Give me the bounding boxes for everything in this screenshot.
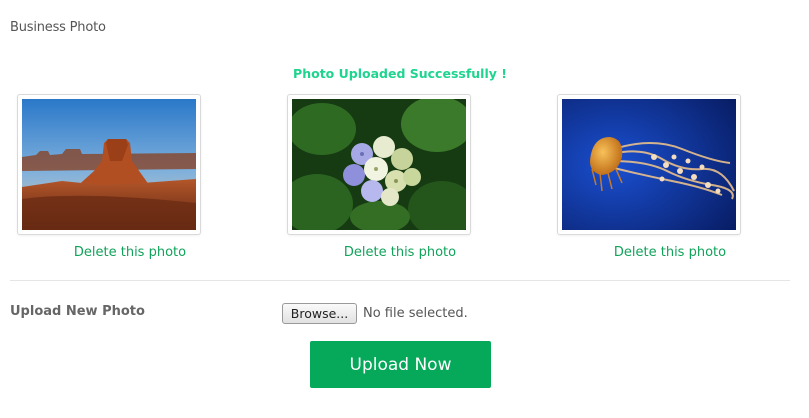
photo-thumbnail-frame xyxy=(557,94,741,235)
jellyfish-photo xyxy=(562,99,736,230)
photo-card: Delete this photo xyxy=(17,94,201,260)
file-selection-status: No file selected. xyxy=(363,306,468,321)
photo-thumbnail-frame xyxy=(287,94,471,235)
photo-thumbnail-frame xyxy=(17,94,201,235)
delete-photo-link[interactable]: Delete this photo xyxy=(17,245,243,260)
business-photo-panel: Business Photo Photo Uploaded Successful… xyxy=(0,0,809,418)
browse-file-button[interactable]: Browse... xyxy=(282,303,357,324)
upload-now-button[interactable]: Upload Now xyxy=(310,341,491,388)
section-title: Business Photo xyxy=(10,20,106,35)
photo-card: Delete this photo xyxy=(557,94,741,260)
delete-photo-link[interactable]: Delete this photo xyxy=(287,245,513,260)
section-divider xyxy=(10,280,790,281)
delete-photo-link[interactable]: Delete this photo xyxy=(557,245,783,260)
photo-card: Delete this photo xyxy=(287,94,471,260)
flower-photo xyxy=(292,99,466,230)
upload-success-message: Photo Uploaded Successfully ! xyxy=(293,66,507,81)
upload-new-photo-label: Upload New Photo xyxy=(10,304,145,319)
desert-photo xyxy=(22,99,196,230)
